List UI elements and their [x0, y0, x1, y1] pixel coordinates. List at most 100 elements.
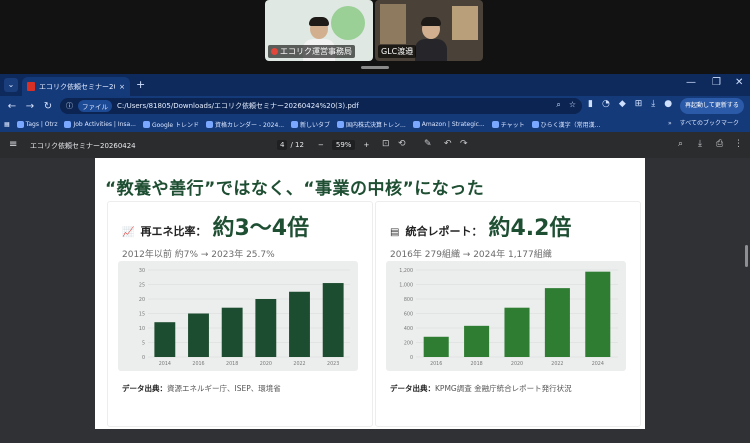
fit-page-icon[interactable]: ⊡ [382, 139, 390, 149]
bar [585, 271, 611, 357]
source-label: データ出典： [390, 384, 435, 393]
profile-avatar[interactable]: ● [664, 99, 672, 109]
y-tick-label: 1,200 [399, 268, 413, 274]
favicon-icon [412, 120, 420, 128]
favicon-icon [491, 120, 499, 128]
download-icon[interactable]: ⤓ [651, 99, 655, 109]
close-window-icon[interactable]: ✕ [735, 77, 743, 88]
minimize-icon[interactable]: — [686, 77, 696, 88]
redo-icon[interactable]: ↷ [460, 139, 468, 149]
bookmark-item[interactable]: 資格カレンダー - 2024... [206, 120, 284, 129]
tab-close-icon[interactable]: × [119, 83, 125, 91]
reload-icon[interactable]: ↻ [39, 101, 57, 112]
tab-active[interactable]: エコリク依頼セミナー20260424 × [22, 77, 130, 96]
background-window [452, 6, 478, 40]
y-tick-label: 10 [139, 326, 145, 332]
page-total: / 12 [290, 141, 304, 149]
more-options-icon[interactable]: ⋮ [734, 139, 743, 149]
drag-handle[interactable] [361, 66, 389, 69]
bookmark-item[interactable]: 国内株式決算トレン... [337, 120, 406, 129]
x-tick-label: 2016 [430, 361, 442, 367]
extension-icon[interactable]: ◆ [619, 99, 626, 109]
favicon-icon [291, 120, 299, 128]
data-source: データ出典：資源エネルギー庁、ISEP、環境省 [122, 383, 281, 394]
y-tick-label: 0 [410, 355, 413, 361]
bookmark-label: チャット [500, 121, 525, 129]
participant-tile[interactable]: エコリク運営事務局 [265, 0, 373, 61]
x-tick-label: 2023 [327, 361, 339, 367]
participant-name-chip: GLC渡邉 [378, 45, 417, 58]
bar [464, 325, 490, 357]
all-bookmarks-button[interactable]: すべてのブックマーク [680, 116, 739, 132]
bar [188, 313, 209, 357]
zoom-in-icon[interactable]: + [363, 141, 369, 149]
print-icon[interactable]: ⎙ [716, 139, 723, 149]
url-scheme-chip: ファイル [78, 100, 112, 112]
extension-icon[interactable]: ▮ [588, 99, 593, 109]
extension-icon[interactable]: ◔ [602, 99, 610, 109]
bar [504, 307, 530, 357]
y-tick-label: 400 [404, 326, 413, 332]
zoom-level-input[interactable]: 59% [331, 140, 356, 150]
bar [544, 288, 570, 357]
undo-icon[interactable]: ↶ [444, 139, 452, 149]
source-label: データ出典： [122, 384, 167, 393]
bookmarks-bar: ▦ Tags | Otrz Job Activities | Insa... G… [0, 116, 750, 132]
participant-tile[interactable]: GLC渡邉 [375, 0, 483, 61]
x-tick-label: 2018 [470, 361, 482, 367]
forward-icon[interactable]: → [21, 101, 39, 112]
bookmark-item[interactable]: チャット [491, 120, 525, 129]
bookmark-item[interactable]: 新しいタブ [291, 120, 330, 129]
pdf-search-icon[interactable]: ⌕ [678, 139, 683, 149]
favicon-icon [337, 120, 345, 128]
data-source: データ出典：KPMG調査 金融庁統合レポート発行状況 [390, 383, 572, 394]
zoom-icon[interactable]: ⌕ [556, 100, 560, 110]
bar [322, 283, 344, 357]
maximize-icon[interactable]: ❐ [712, 77, 721, 88]
bookmarks-right: » すべてのブックマーク [668, 116, 739, 132]
pdf-file-icon [27, 82, 35, 91]
pdf-menu-icon[interactable]: ≡ [9, 139, 17, 150]
pdf-download-icon[interactable]: ⤓ [698, 139, 702, 149]
bookmark-label: Tags | Otrz [25, 120, 58, 128]
new-tab-button[interactable]: + [136, 78, 145, 91]
address-bar[interactable]: ⓘ ファイル C:/Users/81805/Downloads/エコリク依頼セミ… [60, 98, 582, 114]
bookmark-item[interactable]: Tags | Otrz [16, 120, 58, 128]
bookmark-label: Job Activities | Insa... [73, 120, 136, 128]
zoom-out-icon[interactable]: − [318, 141, 324, 149]
annotate-icon[interactable]: ✎ [424, 139, 432, 149]
favicon-icon [206, 120, 214, 128]
y-tick-label: 600 [404, 312, 413, 318]
bookmark-item[interactable]: ひらく漢字（常用漢... [531, 120, 600, 129]
info-icon[interactable]: ⓘ [66, 101, 73, 111]
bookmark-item[interactable]: Job Activities | Insa... [64, 120, 136, 128]
page-number-input[interactable]: 4 [277, 140, 288, 150]
bar-chart-integrated-reports: 0 200 400 600 800 1,000 1,200 2016 2018 2020 2022 2… [386, 261, 626, 371]
scrollbar-thumb[interactable] [745, 245, 748, 267]
kpi-panel-renewables: 📈 再エネ比率： 約3〜4倍 2012年以前 約7% → 2023年 25.7%… [107, 201, 373, 427]
x-tick-label: 2022 [293, 361, 305, 367]
kpi-panel-integrated-reports: ▤ 統合レポート： 約4.2倍 2016年 279組織 → 2024年 1,17… [375, 201, 641, 427]
y-tick-label: 25 [139, 283, 145, 289]
bookmark-star-icon[interactable]: ☆ [569, 100, 576, 110]
bookmark-item[interactable]: Amazon | Strategic... [412, 120, 485, 128]
back-icon[interactable]: ← [3, 101, 21, 112]
video-call-strip: エコリク運営事務局 GLC渡邉 [0, 0, 750, 74]
bookmark-item[interactable]: Google トレンド [142, 120, 199, 129]
y-tick-label: 200 [404, 341, 413, 347]
pdf-document-title: エコリク依頼セミナー20260424 [30, 142, 136, 150]
kpi-label: 再エネ比率： [140, 225, 207, 238]
y-tick-label: 0 [142, 355, 145, 361]
more-bookmarks-icon[interactable]: » [668, 116, 672, 132]
favicon-icon [16, 120, 24, 128]
apps-icon[interactable]: ▦ [4, 121, 10, 128]
source-text: KPMG調査 金融庁統合レポート発行状況 [435, 384, 572, 393]
x-tick-label: 2014 [159, 361, 171, 367]
relaunch-update-button[interactable]: 再起動して更新する [680, 98, 744, 114]
rotate-icon[interactable]: ⟲ [398, 139, 406, 149]
background-window [380, 4, 406, 44]
extensions-puzzle-icon[interactable]: ⊞ [635, 99, 643, 109]
participant-name: GLC渡邉 [381, 47, 414, 56]
tab-search-icon[interactable]: ⌄ [4, 78, 18, 92]
y-tick-label: 1,000 [399, 283, 413, 289]
